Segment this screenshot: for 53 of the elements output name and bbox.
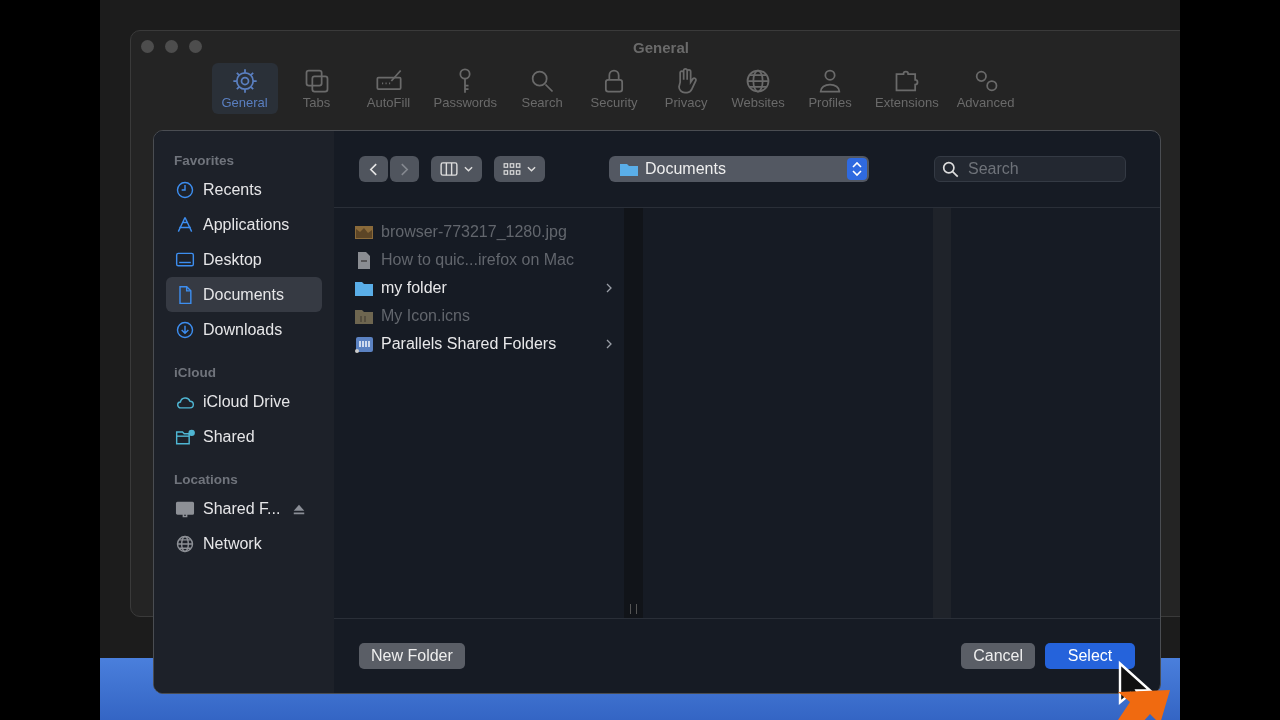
grid-icon [503, 162, 521, 176]
sidebar-heading: Favorites [173, 153, 236, 168]
clock-icon [175, 179, 195, 200]
toolbar-tab[interactable]: Websites [725, 63, 792, 114]
cancel-button[interactable]: Cancel [961, 643, 1035, 669]
file-row[interactable]: Parallels Shared Folders [354, 330, 612, 358]
gear-icon [230, 67, 259, 95]
search-icon [942, 161, 959, 178]
sidebar-item[interactable]: Documents [166, 277, 322, 312]
sidebar-item[interactable]: Shared [166, 419, 322, 454]
sidebar-item[interactable]: Recents [166, 172, 322, 207]
sidebar-item[interactable]: iCloud Drive [166, 384, 322, 419]
sidebar-item[interactable]: Downloads [166, 312, 322, 347]
sidebar-item[interactable]: Applications [166, 207, 322, 242]
toolbar-tab[interactable]: Extensions [869, 63, 945, 114]
location-popup[interactable]: Documents [609, 156, 869, 182]
search-field[interactable]: Search [934, 156, 1126, 182]
column-resize-handle[interactable] [630, 604, 637, 614]
folder-icon [619, 161, 639, 177]
up-down-arrows-icon [847, 158, 867, 180]
sidebar-item[interactable]: Shared F... [166, 491, 322, 526]
toolbar-tab[interactable]: Security [581, 63, 648, 114]
toolbar-tab[interactable]: Passwords [427, 63, 504, 114]
grid-view-button[interactable] [494, 156, 545, 182]
file-row[interactable]: my folder [354, 274, 612, 302]
toolbar-tab[interactable]: General [211, 63, 278, 114]
toolbar-tab[interactable]: Advanced [950, 63, 1021, 114]
sidebar-item[interactable]: Network [166, 526, 322, 561]
caret-icon [464, 166, 473, 172]
toolbar-tab[interactable]: Privacy [653, 63, 720, 114]
back-button[interactable] [359, 156, 388, 182]
select-button[interactable]: Select [1045, 643, 1135, 669]
toolbar-tab[interactable]: Search [509, 63, 576, 114]
column-view-button[interactable] [431, 156, 482, 182]
toolbar-tab[interactable]: Tabs [283, 63, 350, 114]
sidebar-heading: iCloud [173, 365, 217, 380]
globe-icon [175, 533, 195, 554]
columns-icon [440, 162, 458, 176]
toolbar-tab[interactable]: AutoFill [355, 63, 422, 114]
new-folder-button[interactable]: New Folder [359, 643, 465, 669]
forward-chevron-icon [400, 161, 409, 177]
toolbar-tab[interactable]: Profiles [797, 63, 864, 114]
icon-file-icon [354, 307, 374, 325]
window-title: General [633, 38, 689, 56]
sidebar-heading: Locations [173, 472, 239, 487]
applications-icon [175, 214, 195, 235]
image-file-icon [354, 223, 374, 241]
shared-drive-icon [354, 335, 374, 353]
caret-icon [527, 166, 536, 172]
folder-icon [354, 279, 374, 297]
download-icon [175, 319, 195, 340]
sidebar-item[interactable]: Desktop [166, 242, 322, 277]
back-chevron-icon [369, 161, 378, 177]
